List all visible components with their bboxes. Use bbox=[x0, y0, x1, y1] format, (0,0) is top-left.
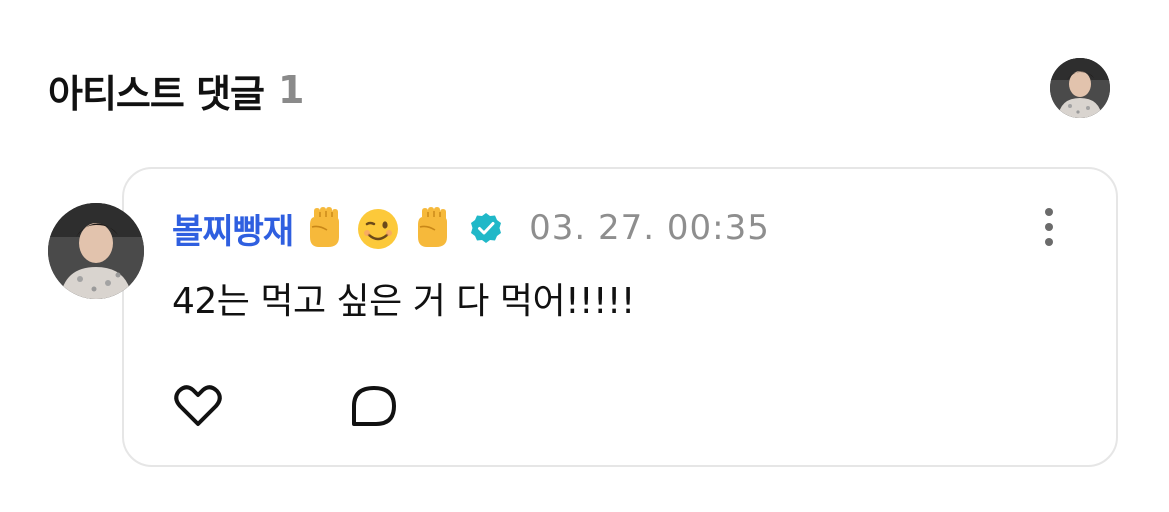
artist-comments-header: 아티스트 댓글 1 bbox=[48, 62, 304, 118]
raised-fist-emoji-icon bbox=[301, 205, 347, 251]
vertical-ellipsis-icon bbox=[1045, 208, 1053, 216]
ellipsis-dot bbox=[1045, 238, 1053, 246]
verified-badge-icon bbox=[469, 211, 503, 245]
more-options-button[interactable] bbox=[1034, 204, 1064, 250]
speech-bubble-icon bbox=[352, 386, 396, 426]
comment-count: 1 bbox=[278, 68, 305, 112]
heart-outline-icon bbox=[174, 385, 222, 426]
winking-face-emoji-icon bbox=[355, 205, 401, 251]
commenter-name[interactable]: 볼찌빵재 bbox=[172, 204, 294, 253]
commenter-avatar-image bbox=[48, 203, 144, 299]
artist-avatar-image bbox=[1050, 58, 1110, 118]
ellipsis-dot bbox=[1045, 223, 1053, 231]
comment-meta: 볼찌빵재 03. 27. 00:35 bbox=[172, 200, 770, 256]
section-title: 아티스트 댓글 bbox=[48, 71, 265, 116]
commenter-avatar[interactable] bbox=[48, 203, 144, 299]
like-button[interactable] bbox=[170, 378, 226, 434]
reply-button[interactable] bbox=[346, 378, 402, 434]
comment-timestamp: 03. 27. 00:35 bbox=[529, 208, 770, 248]
raised-fist-emoji-icon bbox=[409, 205, 455, 251]
comment-body: 42는 먹고 싶은 거 다 먹어!!!!! bbox=[172, 281, 635, 322]
artist-avatar[interactable] bbox=[1050, 58, 1110, 118]
